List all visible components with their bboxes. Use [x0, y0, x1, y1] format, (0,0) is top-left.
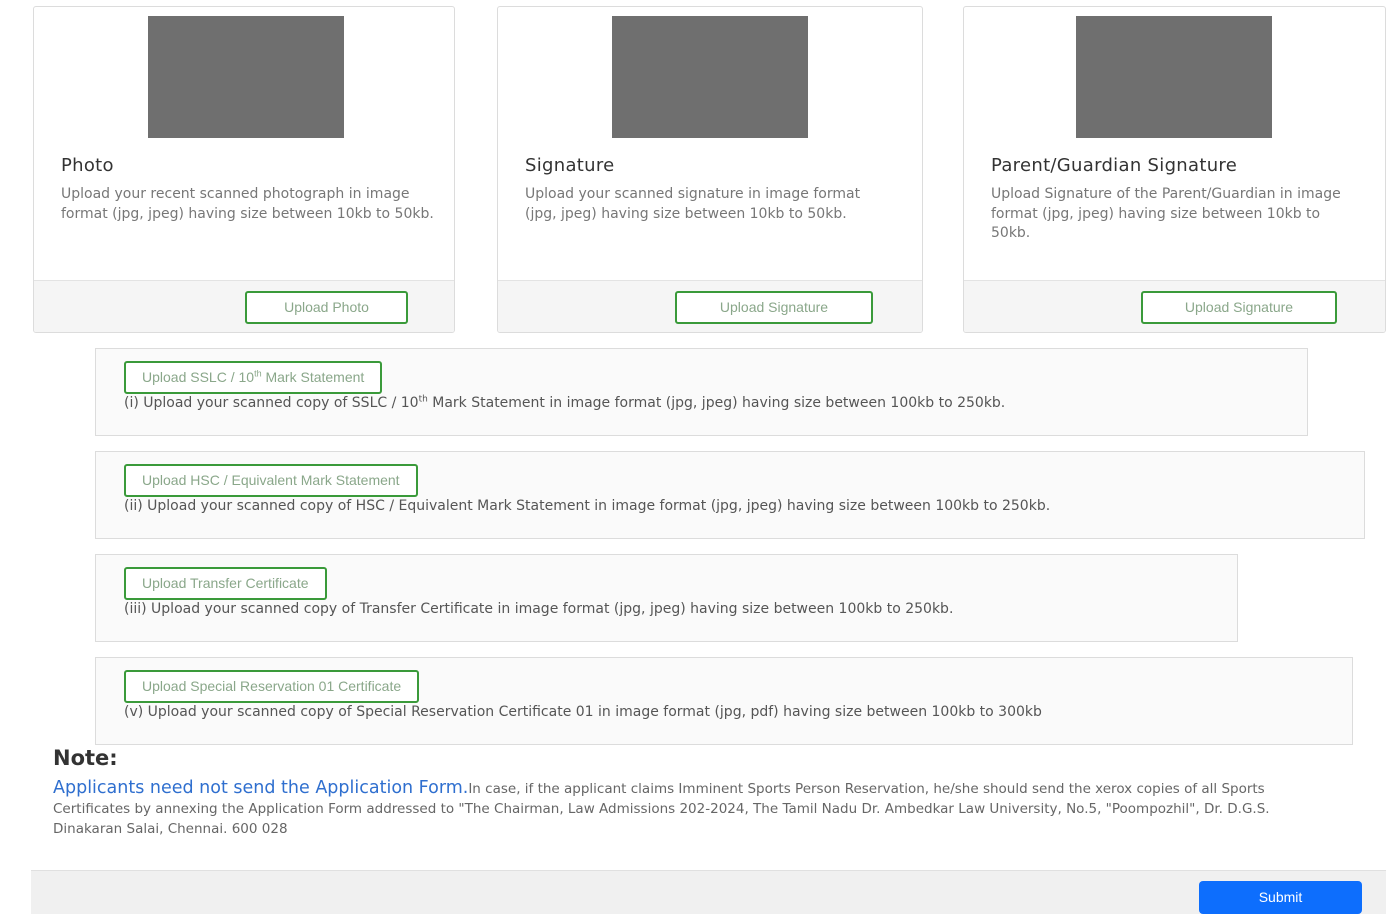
special-reservation-upload-panel: Upload Special Reservation 01 Certificat…: [95, 657, 1353, 745]
upload-sslc-button-label: Upload SSLC / 10: [142, 369, 255, 385]
photo-card-footer: Upload Photo: [34, 280, 454, 332]
signature-card-footer: Upload Signature: [498, 280, 922, 332]
photo-card-description: Upload your recent scanned photograph in…: [61, 186, 434, 222]
hsc-upload-panel: Upload HSC / Equivalent Mark Statement (…: [95, 451, 1365, 539]
signature-card-description: Upload your scanned signature in image f…: [525, 186, 861, 222]
sslc-upload-hint: (i) Upload your scanned copy of SSLC / 1…: [124, 395, 1005, 411]
upload-special-reservation-button[interactable]: Upload Special Reservation 01 Certificat…: [124, 670, 420, 703]
ordinal-suffix: th: [254, 368, 262, 379]
upload-transfer-certificate-button[interactable]: Upload Transfer Certificate: [124, 567, 327, 600]
sslc-hint-text: (i) Upload your scanned copy of SSLC / 1…: [124, 395, 419, 411]
hsc-upload-hint: (ii) Upload your scanned copy of HSC / E…: [124, 498, 1051, 514]
note-heading: Note:: [53, 746, 118, 770]
signature-card: Signature Upload your scanned signature …: [497, 6, 923, 333]
guardian-signature-card-footer: Upload Signature: [964, 280, 1385, 332]
guardian-signature-card-title: Parent/Guardian Signature: [991, 155, 1238, 176]
special-reservation-upload-hint: (v) Upload your scanned copy of Special …: [124, 704, 1042, 720]
upload-photo-button[interactable]: Upload Photo: [245, 291, 408, 324]
guardian-signature-card-description: Upload Signature of the Parent/Guardian …: [991, 186, 1341, 241]
photo-card: Photo Upload your recent scanned photogr…: [33, 6, 455, 333]
signature-card-title: Signature: [525, 155, 615, 176]
guardian-signature-card: Parent/Guardian Signature Upload Signatu…: [963, 6, 1386, 333]
sslc-upload-panel: Upload SSLC / 10th Mark Statement (i) Up…: [95, 348, 1308, 436]
upload-sslc-button[interactable]: Upload SSLC / 10th Mark Statement: [124, 361, 383, 394]
upload-guardian-signature-button[interactable]: Upload Signature: [1141, 291, 1337, 324]
photo-preview: [148, 16, 344, 138]
sslc-hint-text-end: Mark Statement in image format (jpg, jpe…: [427, 395, 1006, 411]
upload-signature-button[interactable]: Upload Signature: [675, 291, 873, 324]
upload-hsc-button[interactable]: Upload HSC / Equivalent Mark Statement: [124, 464, 418, 497]
ordinal-suffix: th: [418, 394, 428, 405]
note-highlight: Applicants need not send the Application…: [53, 778, 469, 798]
guardian-signature-preview: [1076, 16, 1272, 138]
upload-page: Photo Upload your recent scanned photogr…: [8, 0, 1398, 914]
upload-sslc-button-label-end: Mark Statement: [261, 369, 365, 385]
transfer-certificate-upload-panel: Upload Transfer Certificate (iii) Upload…: [95, 554, 1238, 642]
form-footer-bar: [31, 870, 1386, 914]
note-paragraph: Applicants need not send the Application…: [53, 778, 1343, 839]
photo-card-title: Photo: [61, 155, 114, 176]
submit-button[interactable]: Submit: [1199, 881, 1362, 914]
transfer-certificate-upload-hint: (iii) Upload your scanned copy of Transf…: [124, 601, 954, 617]
signature-preview: [612, 16, 808, 138]
